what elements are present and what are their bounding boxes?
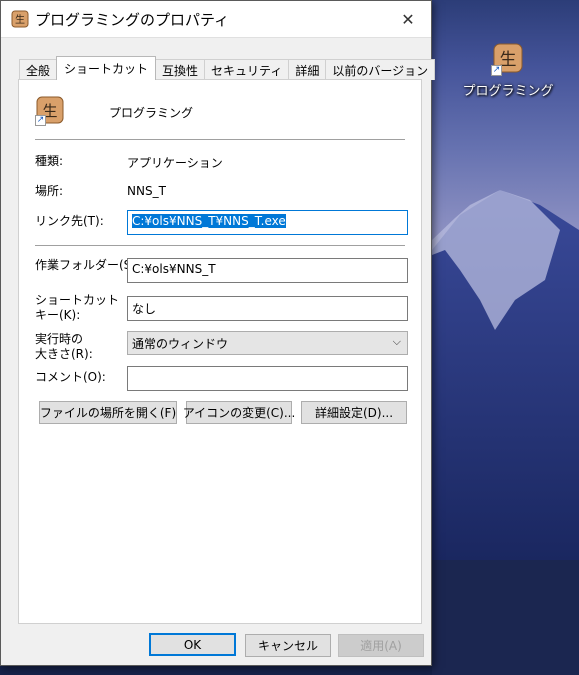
ok-button[interactable]: OK [149, 633, 236, 656]
shortcut-arrow-icon: ↗ [491, 65, 502, 76]
chevron-down-icon: ⌵ [392, 335, 401, 348]
workdir-field[interactable]: C:¥ols¥NNS_T [127, 258, 408, 283]
tab-general[interactable]: 全般 [19, 59, 58, 80]
properties-dialog: 生 プログラミングのプロパティ ✕ 全般 ショートカット 互換性 セキュリティ … [0, 0, 436, 666]
run-size-select[interactable]: 通常のウィンドウ ⌵ [127, 331, 408, 355]
target-field[interactable]: C:¥ols¥NNS_T¥NNS_T.exe [127, 210, 408, 235]
divider [35, 245, 405, 246]
divider [35, 139, 405, 140]
apply-button[interactable]: 適用(A) [338, 634, 424, 657]
type-value: アプリケーション [127, 156, 223, 170]
hotkey-label: ショートカット キー(K): [35, 293, 119, 323]
desktop-icon-label: プログラミング [462, 84, 554, 99]
hotkey-label-line1: ショートカット [35, 293, 120, 307]
target-label: リンク先(T): [35, 214, 104, 228]
run-label-line2: 大きさ(R): [35, 347, 93, 361]
cancel-button[interactable]: キャンセル [245, 634, 331, 657]
tab-details[interactable]: 詳細 [288, 59, 327, 80]
shortcut-panel: 生 ↗ プログラミング 種類: アプリケーション 場所: NNS_T リンク先(… [18, 79, 422, 624]
window-title: プログラミングのプロパティ [35, 10, 230, 29]
comment-field[interactable] [127, 366, 408, 391]
location-label: 場所: [35, 184, 64, 198]
program-icon: 生 ↗ [35, 96, 65, 126]
svg-text:生: 生 [15, 13, 25, 26]
title-bar: 生 プログラミングのプロパティ ✕ [1, 1, 431, 38]
comment-label: コメント(O): [35, 370, 106, 384]
run-label: 実行時の 大きさ(R): [35, 332, 93, 362]
tab-compatibility[interactable]: 互換性 [155, 59, 206, 80]
location-value: NNS_T [127, 184, 166, 198]
hotkey-field[interactable]: なし [127, 296, 408, 321]
tab-shortcut[interactable]: ショートカット [56, 56, 157, 80]
tab-previous-versions[interactable]: 以前のバージョン [325, 59, 436, 80]
workdir-label: 作業フォルダー(S): [35, 258, 141, 272]
desktop-shortcut-icon[interactable]: 生 ↗ プログラミング [452, 42, 564, 99]
shortcut-name: プログラミング [109, 106, 194, 120]
close-icon: ✕ [401, 9, 415, 29]
app-icon: 生 [11, 10, 29, 28]
open-file-location-button[interactable]: ファイルの場所を開く(F) [39, 401, 177, 424]
program-icon: 生 ↗ [491, 42, 525, 76]
target-value: C:¥ols¥NNS_T¥NNS_T.exe [132, 214, 286, 228]
run-size-value: 通常のウィンドウ [132, 337, 229, 351]
advanced-button[interactable]: 詳細設定(D)... [301, 401, 407, 424]
shortcut-arrow-icon: ↗ [35, 115, 46, 126]
svg-text:生: 生 [500, 50, 517, 70]
run-label-line1: 実行時の [35, 332, 84, 346]
tab-security[interactable]: セキュリティ [204, 59, 290, 80]
hotkey-label-line2: キー(K): [35, 308, 81, 322]
change-icon-button[interactable]: アイコンの変更(C)... [183, 401, 295, 424]
close-button[interactable]: ✕ [385, 1, 431, 38]
type-label: 種類: [35, 154, 64, 168]
tab-bar: 全般 ショートカット 互換性 セキュリティ 詳細 以前のバージョン [19, 56, 436, 80]
